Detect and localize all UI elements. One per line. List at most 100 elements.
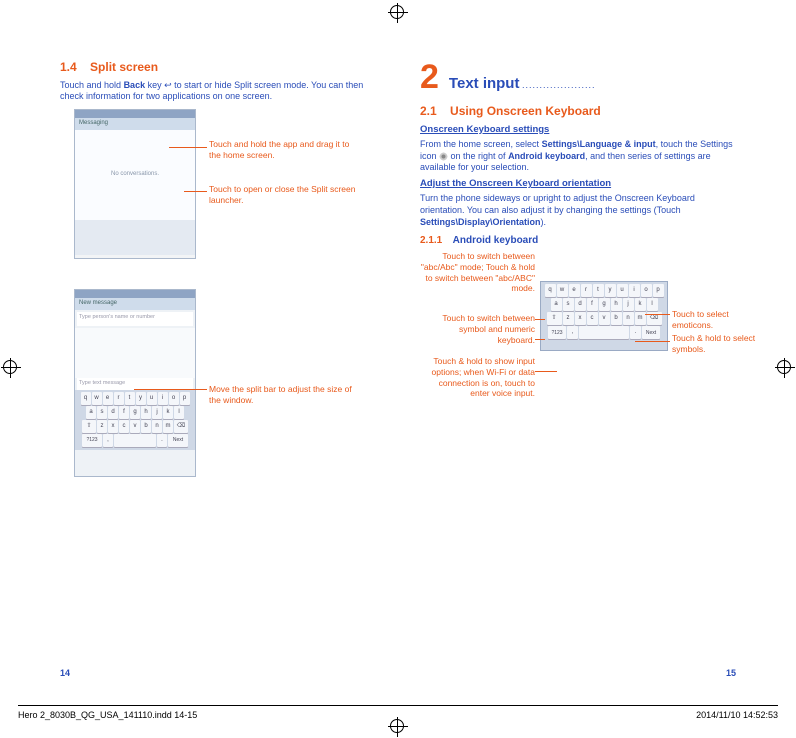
para-keyboard-settings: From the home screen, select Settings\La… [420, 139, 740, 174]
kb-key: r [114, 392, 124, 405]
onscreen-keyboard: q w e r t y u i o p a s d [75, 390, 195, 450]
split-launcher-area [75, 220, 195, 255]
kb-key: g [130, 406, 140, 419]
print-footer: Hero 2_8030B_QG_USA_141110.indd 14-15 20… [18, 705, 778, 720]
kb-key: w [92, 392, 102, 405]
chapter-title: Text input [449, 75, 520, 92]
kb-key: n [623, 312, 634, 325]
page-spread: 1.4 Split screen Touch and hold Back key… [0, 0, 796, 514]
kb-key: b [611, 312, 622, 325]
registration-mark [390, 5, 404, 19]
kb-key: c [587, 312, 598, 325]
kb-key: a [551, 298, 562, 311]
kb-key: s [563, 298, 574, 311]
kb-space-key [114, 434, 156, 447]
section-title: Android keyboard [453, 235, 539, 246]
annot-input-options: Touch & hold to show input options; when… [420, 356, 535, 399]
kb-key: s [97, 406, 107, 419]
empty-state: No conversations. [75, 130, 195, 220]
annot-shift-mode: Touch to switch between "abc/Abc" mode; … [420, 251, 535, 294]
section-2-1-heading: 2.1 Using Onscreen Keyboard [420, 104, 740, 120]
kb-key: m [635, 312, 646, 325]
section-title: Using Onscreen Keyboard [450, 104, 601, 118]
kb-key: o [169, 392, 179, 405]
kb-key: n [152, 420, 162, 433]
kb-key: z [563, 312, 574, 325]
kb-row-2: a s d f g h j k l [543, 298, 665, 311]
kb-key: y [136, 392, 146, 405]
subheading-keyboard-settings: Onscreen Keyboard settings [420, 124, 740, 136]
kb-key: c [119, 420, 129, 433]
kb-shift-key: ⇧ [82, 420, 96, 433]
kb-key: y [605, 284, 616, 297]
section-number: 2.1 [420, 104, 437, 118]
kb-key: i [158, 392, 168, 405]
status-bar [75, 110, 195, 118]
kb-key: f [119, 406, 129, 419]
kb-key: t [593, 284, 604, 297]
page-number-left: 14 [60, 668, 70, 678]
kb-next-key: Next [168, 434, 188, 447]
leader-line [635, 341, 670, 342]
callout-split-bar: Move the split bar to adjust the size of… [209, 384, 359, 405]
kb-key: h [611, 298, 622, 311]
section-number: 2.1.1 [420, 235, 442, 246]
section-title: Split screen [90, 60, 158, 74]
leader-line [184, 191, 207, 192]
kb-key: v [599, 312, 610, 325]
subheading-orientation: Adjust the Onscreen Keyboard orientation [420, 178, 740, 190]
kb-key: k [163, 406, 173, 419]
kb-symbol-key: ?123 [82, 434, 102, 447]
recipient-input: Type person's name or number [77, 312, 193, 326]
kb-key: x [108, 420, 118, 433]
chapter-dots: ..................... [522, 80, 596, 90]
leader-line [645, 314, 670, 315]
kb-key: u [147, 392, 157, 405]
kb-space-key [579, 326, 629, 339]
kb-key: f [587, 298, 598, 311]
kb-key: p [180, 392, 190, 405]
annot-emoticons: Touch to select emoticons. [672, 309, 762, 330]
kb-key: z [97, 420, 107, 433]
kb-key: q [545, 284, 556, 297]
section-number: 1.4 [60, 60, 77, 74]
phone-screenshot-1: Messaging No conversations. [74, 109, 196, 259]
kb-comma-key: , [567, 326, 578, 339]
callout-open-close: Touch to open or close the Split screen … [209, 184, 359, 205]
kb-key: q [81, 392, 91, 405]
kb-key: k [635, 298, 646, 311]
kb-period-key: . [157, 434, 167, 447]
kb-key: m [163, 420, 173, 433]
kb-key: w [557, 284, 568, 297]
left-page: 1.4 Split screen Touch and hold Back key… [60, 60, 380, 494]
indd-filename: Hero 2_8030B_QG_USA_141110.indd 14-15 [18, 710, 197, 720]
registration-mark [390, 719, 404, 733]
kb-key: e [103, 392, 113, 405]
registration-mark [777, 360, 791, 374]
kb-key: e [569, 284, 580, 297]
kb-key: j [623, 298, 634, 311]
kb-row-2: a s d f g h j k l [77, 406, 193, 419]
chapter-heading: 2 Text input ..................... [420, 60, 740, 94]
callout-drag-app: Touch and hold the app and drag it to th… [209, 139, 359, 160]
kb-delete-key: ⌫ [174, 420, 188, 433]
kb-next-key: Next [642, 326, 660, 339]
kb-period-key: . [630, 326, 641, 339]
annot-symbol-switch: Touch to switch between symbol and numer… [420, 313, 535, 345]
kb-key: h [141, 406, 151, 419]
indd-timestamp: 2014/11/10 14:52:53 [696, 710, 778, 720]
page-number-right: 15 [726, 668, 736, 678]
chapter-number: 2 [420, 60, 439, 94]
screenshot-split-1: Messaging No conversations. Touch and ho… [74, 109, 380, 264]
kb-key: d [108, 406, 118, 419]
kb-key: g [599, 298, 610, 311]
keyboard-diagram: Touch to switch between "abc/Abc" mode; … [420, 251, 740, 431]
app-header: New message [75, 298, 195, 310]
kb-key: p [653, 284, 664, 297]
kb-key: b [141, 420, 151, 433]
kb-row-1: q w e r t y u i o p [77, 392, 193, 405]
leader-line [535, 371, 557, 372]
phone-screenshot-2: New message Type person's name or number… [74, 289, 196, 477]
kb-symbol-key: ?123 [548, 326, 566, 339]
section-1-4-heading: 1.4 Split screen [60, 60, 380, 76]
